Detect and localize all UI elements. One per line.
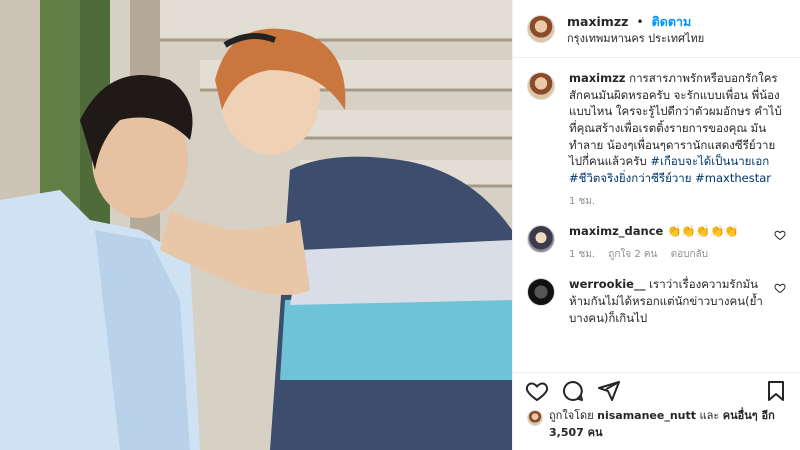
liker-avatar[interactable]: [527, 410, 543, 426]
comment-text: 👏👏👏👏👏: [666, 224, 739, 239]
likes-summary: ถูกใจโดย nisamanee_nutt และ คนอื่นๆ อีก …: [527, 408, 786, 441]
caption: maximzz การสารภาพรักหรือบอกรักใครสักคนมั…: [527, 70, 786, 209]
comments-list[interactable]: maximzz การสารภาพรักหรือบอกรักใครสักคนมั…: [513, 70, 800, 362]
post-actions: [513, 372, 800, 408]
comment-icon[interactable]: [561, 379, 585, 403]
post-location[interactable]: กรุงเทพมหานคร ประเทศไทย: [567, 32, 704, 46]
comment-likes[interactable]: ถูกใจ 2 คน: [608, 249, 657, 260]
comment-item: werrookie__ เราว่าเรื่องความรักมันห้ามกั…: [527, 276, 786, 326]
comment-username[interactable]: maximz_dance: [569, 224, 663, 238]
like-comment-icon[interactable]: [774, 282, 786, 294]
author-username[interactable]: maximzz: [567, 14, 628, 29]
liker-username[interactable]: nisamanee_nutt: [597, 409, 696, 422]
post-image: [0, 0, 512, 450]
caption-username[interactable]: maximzz: [569, 71, 625, 85]
commenter-avatar[interactable]: [527, 278, 555, 307]
commenter-avatar[interactable]: [527, 225, 555, 254]
comment-item: maximz_dance 👏👏👏👏👏 1 ชม. ถูกใจ 2 คน ตอบก…: [527, 223, 786, 262]
share-icon[interactable]: [597, 379, 621, 403]
post-header: maximzz • ติดตาม กรุงเทพมหานคร ประเทศไทย: [513, 0, 800, 58]
follow-button[interactable]: ติดตาม: [652, 14, 692, 29]
caption-author-avatar[interactable]: [527, 72, 555, 100]
like-comment-icon[interactable]: [774, 229, 786, 241]
bookmark-icon[interactable]: [764, 379, 788, 403]
author-avatar[interactable]: [527, 14, 555, 43]
post-photo[interactable]: [0, 0, 512, 450]
likes-prefix: ถูกใจโดย: [549, 409, 594, 422]
likes-and: และ: [699, 409, 720, 422]
reply-button[interactable]: ตอบกลับ: [671, 249, 708, 260]
comment-time[interactable]: 1 ชม.: [569, 249, 595, 260]
heart-icon[interactable]: [525, 379, 549, 403]
comment-username[interactable]: werrookie__: [569, 277, 645, 291]
post-side-panel: maximzz • ติดตาม กรุงเทพมหานคร ประเทศไทย…: [512, 0, 800, 450]
separator-dot: •: [636, 14, 644, 29]
caption-time[interactable]: 1 ชม.: [569, 196, 595, 207]
